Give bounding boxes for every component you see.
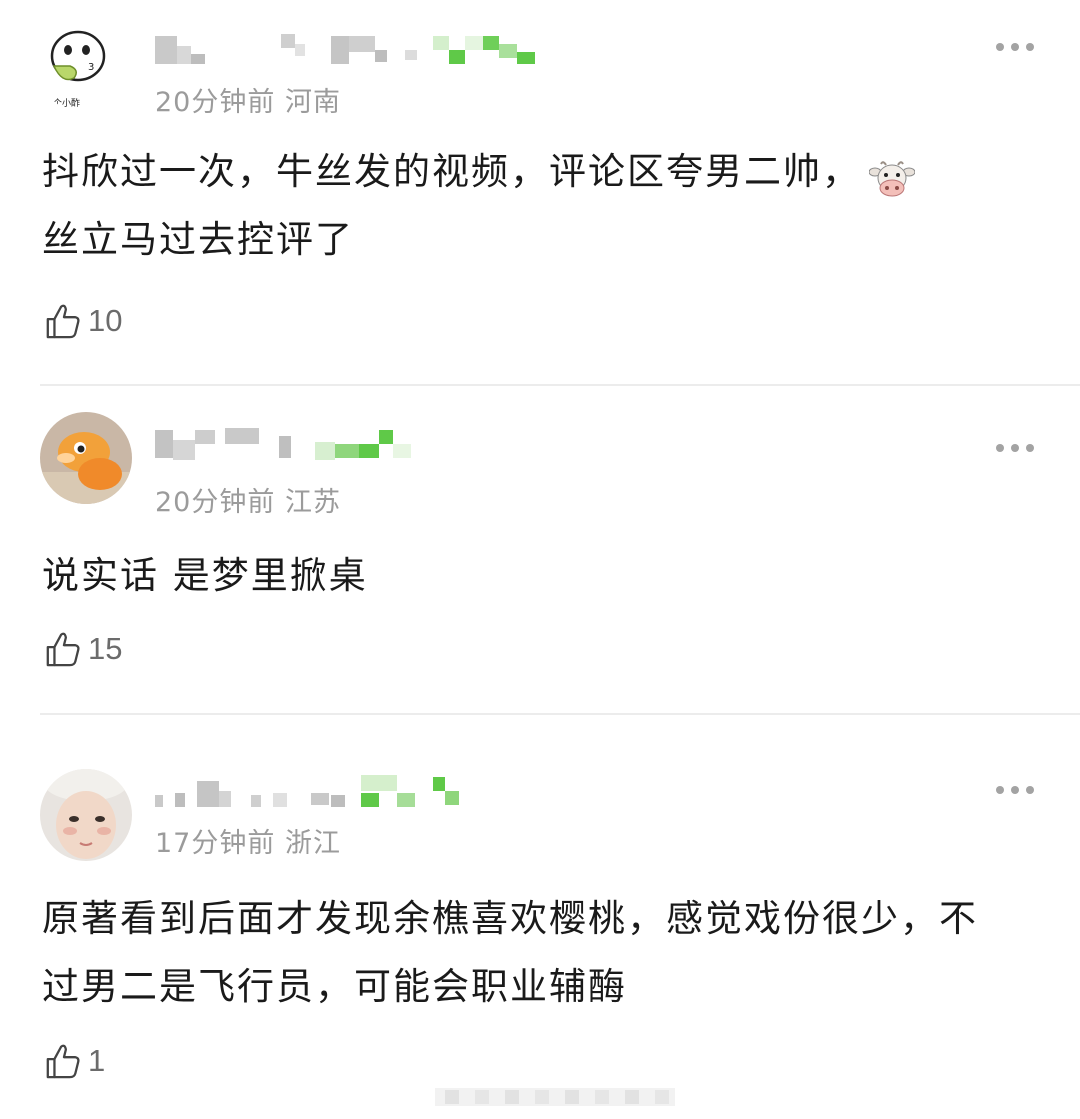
like-count: 10 bbox=[88, 303, 123, 338]
thumbs-up-icon bbox=[46, 1044, 80, 1079]
cow-face-icon bbox=[868, 154, 916, 196]
like-count: 1 bbox=[88, 1043, 106, 1078]
more-options-icon[interactable] bbox=[996, 41, 1036, 53]
more-options-icon[interactable] bbox=[996, 442, 1036, 454]
cartoon-avatar-icon bbox=[40, 412, 132, 504]
comment-text: 抖欣过一次，牛丝发的视频，评论区夸男二帅， 丝立马过去控评了 bbox=[42, 138, 982, 274]
comment-item: 20分钟前 江苏 说实话 是梦里掀桌 15 bbox=[0, 386, 1080, 714]
svg-text:你个小酢: 你个小酢 bbox=[44, 97, 80, 109]
comment-text: 原著看到后面才发现余樵喜欢樱桃，感觉戏份很少，不过男二是飞行员，可能会职业辅酶 bbox=[42, 897, 978, 1008]
thumbs-up-icon bbox=[46, 632, 80, 667]
comment-item: 17分钟前 浙江 原著看到后面才发现余樵喜欢樱桃，感觉戏份很少，不过男二是飞行员… bbox=[0, 715, 1080, 1119]
like-count: 15 bbox=[88, 631, 123, 666]
avatar[interactable] bbox=[40, 412, 132, 504]
comment-item: 3 你个小酢 20分钟前 河南 抖欣过一次，牛丝发的视频，评论区夸男二帅， 丝立… bbox=[0, 0, 1080, 385]
username-redacted[interactable] bbox=[155, 30, 555, 70]
thumbs-up-icon bbox=[46, 304, 80, 339]
svg-text:3: 3 bbox=[88, 62, 94, 73]
username-redacted[interactable] bbox=[155, 773, 475, 813]
photo-avatar-icon bbox=[40, 769, 132, 861]
comment-text: 说实话 是梦里掀桌 bbox=[42, 554, 368, 597]
avatar[interactable] bbox=[40, 769, 132, 861]
comment-meta: 20分钟前 河南 bbox=[155, 87, 341, 118]
meme-avatar-icon: 3 你个小酢 bbox=[40, 22, 132, 114]
comment-meta: 17分钟前 浙江 bbox=[155, 828, 341, 859]
like-button[interactable]: 10 bbox=[44, 300, 122, 342]
like-button[interactable]: 1 bbox=[44, 1040, 105, 1082]
watermark bbox=[435, 1082, 675, 1112]
comment-meta: 20分钟前 江苏 bbox=[155, 487, 341, 518]
avatar[interactable]: 3 你个小酢 bbox=[40, 22, 132, 114]
like-button[interactable]: 15 bbox=[44, 628, 122, 670]
username-redacted[interactable] bbox=[155, 426, 455, 466]
more-options-icon[interactable] bbox=[996, 784, 1036, 796]
